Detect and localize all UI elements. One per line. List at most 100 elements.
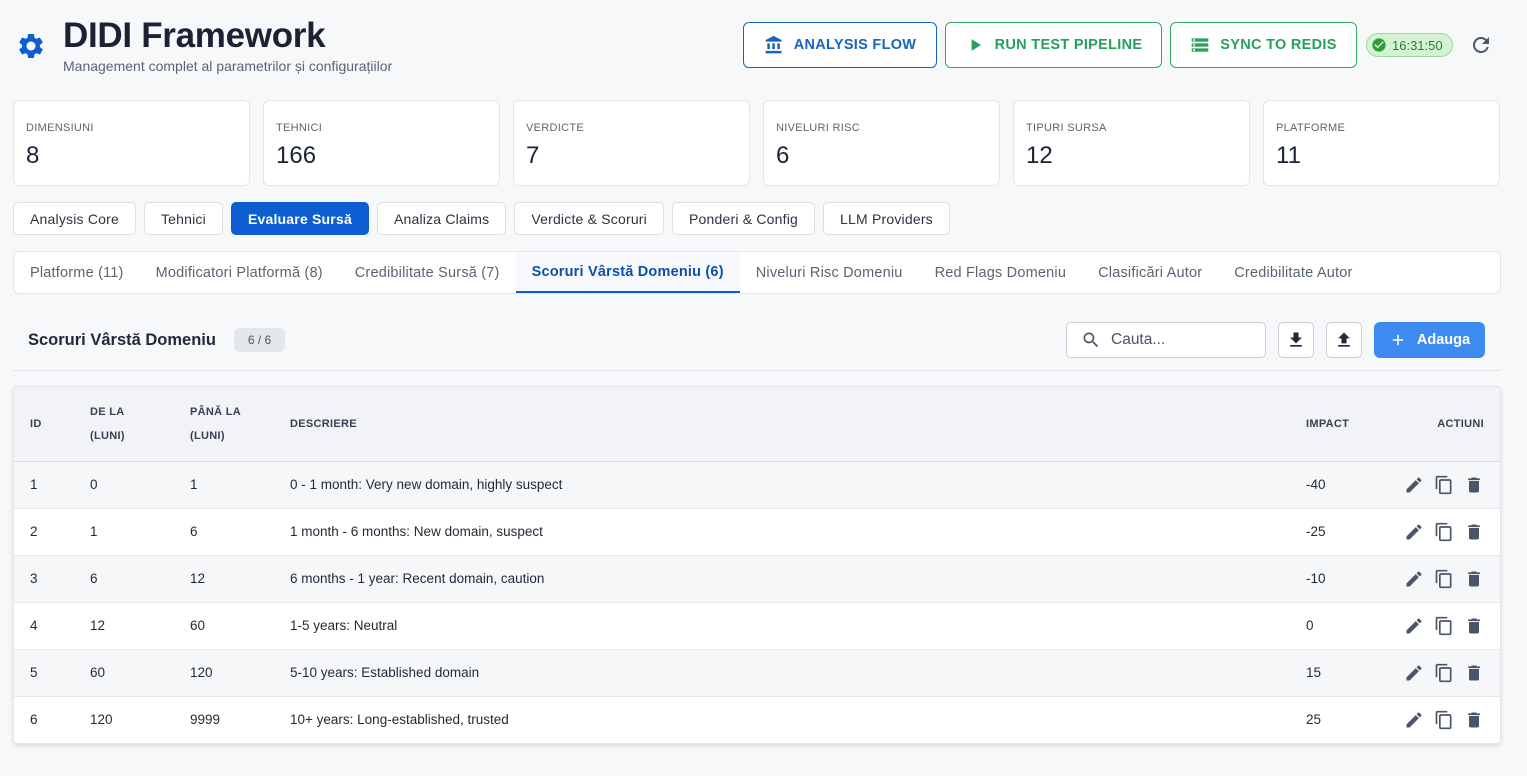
copy-icon[interactable] — [1434, 710, 1454, 730]
data-table: ID DE LA (LUNI) PÂNĂ LA (LUNI) DESCRIERE I… — [13, 386, 1501, 744]
play-icon — [971, 39, 981, 51]
cell-to: 120 — [190, 649, 290, 697]
category-analiza-claims[interactable]: Analiza Claims — [376, 202, 507, 235]
table-header-row: ID DE LA (LUNI) PÂNĂ LA (LUNI) DESCRIERE I… — [14, 387, 1500, 462]
column-header-to-line1: PÂNĂ LA — [190, 405, 241, 418]
delete-icon[interactable] — [1464, 475, 1484, 495]
cell-id: 2 — [14, 508, 90, 556]
check-circle-icon — [1372, 38, 1386, 52]
search-box[interactable] — [1066, 322, 1266, 358]
sync-to-redis-label: SYNC TO REDIS — [1220, 37, 1337, 53]
cell-to: 12 — [190, 555, 290, 603]
status-time: 16:31:50 — [1392, 37, 1443, 53]
upload-button[interactable] — [1326, 322, 1362, 358]
column-header-to[interactable]: PÂNĂ LA (LUNI) — [190, 387, 290, 462]
cell-description: 6 months - 1 year: Recent domain, cautio… — [290, 555, 1306, 603]
tab-platforme[interactable]: Platforme (11) — [14, 252, 140, 293]
copy-icon[interactable] — [1434, 616, 1454, 636]
tab-credibilitate-autor[interactable]: Credibilitate Autor — [1218, 252, 1368, 293]
delete-icon[interactable] — [1464, 663, 1484, 683]
run-test-pipeline-button[interactable]: RUN TEST PIPELINE — [945, 22, 1162, 68]
cell-actions — [1396, 555, 1500, 603]
table-row: 3 6 12 6 months - 1 year: Recent domain,… — [14, 555, 1500, 603]
cell-to: 9999 — [190, 712, 221, 728]
delete-icon[interactable] — [1464, 522, 1484, 542]
cell-description: 1 month - 6 months: New domain, suspect — [290, 508, 1306, 556]
sync-to-redis-button[interactable]: SYNC TO REDIS — [1170, 22, 1357, 68]
search-input[interactable] — [1111, 331, 1251, 349]
add-button-label: Adauga — [1416, 332, 1471, 348]
table-row: 6 120 9999 10+ years: Long-established, … — [14, 696, 1500, 743]
copy-icon[interactable] — [1434, 475, 1454, 495]
cell-from: 60 — [90, 649, 190, 697]
stat-card-dimensiuni: DIMENSIUNI 8 — [13, 100, 250, 186]
cell-from: 1 — [90, 508, 190, 556]
edit-icon[interactable] — [1404, 616, 1424, 636]
stat-card-verdicte: VERDICTE 7 — [513, 100, 750, 186]
category-tehnici[interactable]: Tehnici — [143, 202, 223, 235]
cell-to: 60 — [190, 602, 290, 650]
stat-card-platforme: PLATFORME 11 — [1263, 100, 1500, 186]
copy-icon[interactable] — [1434, 569, 1454, 589]
stat-label: VERDICTE — [526, 122, 585, 134]
cell-id: 3 — [14, 555, 90, 603]
edit-icon[interactable] — [1404, 710, 1424, 730]
cell-description: 0 - 1 month: Very new domain, highly sus… — [290, 461, 1306, 509]
column-header-impact[interactable]: IMPACT — [1306, 387, 1396, 462]
category-analysis-core[interactable]: Analysis Core — [13, 202, 136, 235]
cell-id: 4 — [14, 602, 90, 650]
cell-description: 5-10 years: Established domain — [290, 649, 1306, 697]
table-title: Scoruri Vârstă Domeniu — [28, 331, 216, 349]
cell-from: 120 — [90, 712, 113, 728]
edit-icon[interactable] — [1404, 663, 1424, 683]
stat-card-tehnici: TEHNICI 166 — [263, 100, 500, 186]
add-button[interactable]: Adauga — [1374, 322, 1485, 358]
cell-impact: -25 — [1306, 508, 1396, 556]
column-header-from[interactable]: DE LA (LUNI) — [90, 387, 190, 462]
category-tabs: Analysis Core Tehnici Evaluare Sursă Ana… — [13, 202, 950, 235]
delete-icon[interactable] — [1464, 710, 1484, 730]
cell-from: 12 — [90, 602, 190, 650]
copy-icon[interactable] — [1434, 522, 1454, 542]
column-header-id[interactable]: ID — [14, 387, 90, 462]
run-test-pipeline-label: RUN TEST PIPELINE — [994, 37, 1143, 53]
stat-value: 11 — [1276, 142, 1301, 169]
tab-modificatori-platforma[interactable]: Modificatori Platformă (8) — [140, 252, 339, 293]
category-evaluare-sursa[interactable]: Evaluare Sursă — [230, 202, 369, 235]
download-button[interactable] — [1278, 322, 1314, 358]
edit-icon[interactable] — [1404, 475, 1424, 495]
stat-value: 8 — [26, 142, 40, 169]
analysis-flow-button[interactable]: ANALYSIS FLOW — [743, 22, 937, 68]
edit-icon[interactable] — [1404, 569, 1424, 589]
tab-niveluri-risc-domeniu[interactable]: Niveluri Risc Domeniu — [740, 252, 919, 293]
upload-icon — [1338, 332, 1350, 347]
refresh-icon[interactable] — [1469, 33, 1493, 57]
copy-icon[interactable] — [1434, 663, 1454, 683]
tab-clasificari-autor[interactable]: Clasificări Autor — [1082, 252, 1218, 293]
cell-to: 6 — [190, 508, 290, 556]
cell-id: 5 — [14, 649, 90, 697]
page-header: DIDI Framework Management complet al par… — [0, 0, 1527, 90]
cell-actions — [1396, 602, 1500, 650]
column-header-description[interactable]: DESCRIERE — [290, 387, 1306, 462]
download-icon — [1290, 332, 1302, 347]
tab-red-flags-domeniu[interactable]: Red Flags Domeniu — [919, 252, 1083, 293]
stat-value: 6 — [776, 142, 790, 169]
cell-id: 1 — [14, 461, 90, 509]
category-verdicte-scoruri[interactable]: Verdicte & Scoruri — [514, 202, 664, 235]
count-badge: 6 / 6 — [234, 328, 285, 352]
cell-actions — [1396, 508, 1500, 556]
delete-icon[interactable] — [1464, 616, 1484, 636]
table-row: 4 12 60 1-5 years: Neutral 0 — [14, 602, 1500, 650]
category-llm-providers[interactable]: LLM Providers — [823, 202, 950, 235]
tab-credibilitate-sursa[interactable]: Credibilitate Sursă (7) — [339, 252, 516, 293]
tab-scoruri-varsta-domeniu[interactable]: Scoruri Vârstă Domeniu (6) — [515, 252, 740, 293]
cell-impact: -10 — [1306, 555, 1396, 603]
stat-label: TEHNICI — [276, 122, 323, 134]
stat-card-niveluri-risc: NIVELURI RISC 6 — [763, 100, 1000, 186]
column-header-from-line1: DE LA — [90, 405, 125, 418]
edit-icon[interactable] — [1404, 522, 1424, 542]
delete-icon[interactable] — [1464, 569, 1484, 589]
category-ponderi-config[interactable]: Ponderi & Config — [671, 202, 816, 235]
storage-icon — [1191, 38, 1209, 52]
